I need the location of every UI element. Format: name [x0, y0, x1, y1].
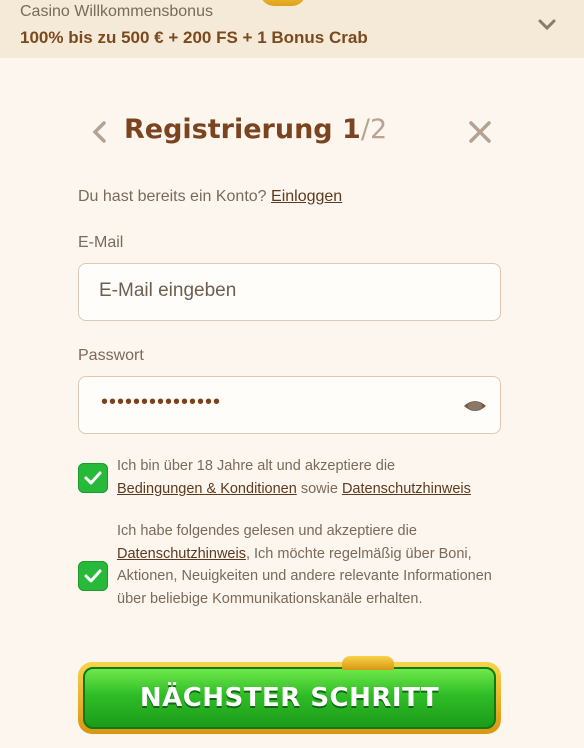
login-link[interactable]: Einloggen	[271, 188, 342, 205]
login-prompt: Du hast bereits ein Konto? Einloggen	[78, 188, 342, 206]
privacy-link-2[interactable]: Datenschutzhinweis	[117, 546, 246, 562]
next-step-button-face[interactable]: NÄCHSTER SCHRITT	[83, 667, 496, 729]
password-field[interactable]: •••••••••••••••	[78, 376, 501, 434]
banner-offer: 100% bis zu 500 € + 200 FS + 1 Bonus Cra…	[20, 28, 368, 47]
email-field[interactable]	[78, 263, 501, 321]
registration-header: Registrierung 1/2	[0, 106, 584, 156]
email-input[interactable]	[79, 264, 459, 318]
checkmark-icon	[84, 471, 102, 485]
marketing-consent-checkbox[interactable]	[78, 561, 108, 591]
age-terms-text: Ich bin über 18 Jahre alt und akzeptiere…	[117, 455, 507, 500]
consent-1-text: Ich bin über 18 Jahre alt und akzeptiere…	[117, 458, 396, 474]
privacy-link[interactable]: Datenschutzhinweis	[342, 481, 471, 497]
password-label: Passwort	[78, 347, 144, 364]
marketing-consent-text: Ich habe folgendes gelesen und akzeptier…	[117, 520, 507, 610]
coin-icon	[260, 0, 306, 6]
bonus-banner[interactable]: Casino Willkommensbonus 100% bis zu 500 …	[0, 0, 584, 58]
consent-1-conjunction: sowie	[300, 480, 338, 497]
banner-title: Casino Willkommensbonus	[20, 3, 213, 20]
age-terms-checkbox[interactable]	[78, 463, 108, 493]
login-prompt-text: Du hast bereits ein Konto?	[78, 188, 267, 205]
page-title: Registrierung 1/2	[124, 114, 387, 145]
consent-2-text: Ich habe folgendes gelesen und akzeptier…	[117, 523, 417, 539]
title-text: Registrierung 1	[124, 114, 361, 145]
close-icon[interactable]	[466, 118, 494, 146]
eye-icon[interactable]	[462, 393, 488, 419]
checkmark-icon	[84, 569, 102, 583]
password-value[interactable]: •••••••••••••••	[101, 391, 221, 414]
step-separator: /	[360, 114, 370, 145]
chevron-down-icon[interactable]	[536, 14, 558, 36]
chevron-left-icon[interactable]	[86, 118, 114, 146]
next-step-button[interactable]: NÄCHSTER SCHRITT	[78, 656, 501, 734]
email-label: E-Mail	[78, 234, 124, 251]
next-step-label: NÄCHSTER SCHRITT	[139, 683, 440, 713]
terms-link[interactable]: Bedingungen & Konditionen	[117, 481, 297, 497]
step-total: 2	[369, 114, 388, 145]
gold-crest-ornament	[342, 656, 394, 670]
